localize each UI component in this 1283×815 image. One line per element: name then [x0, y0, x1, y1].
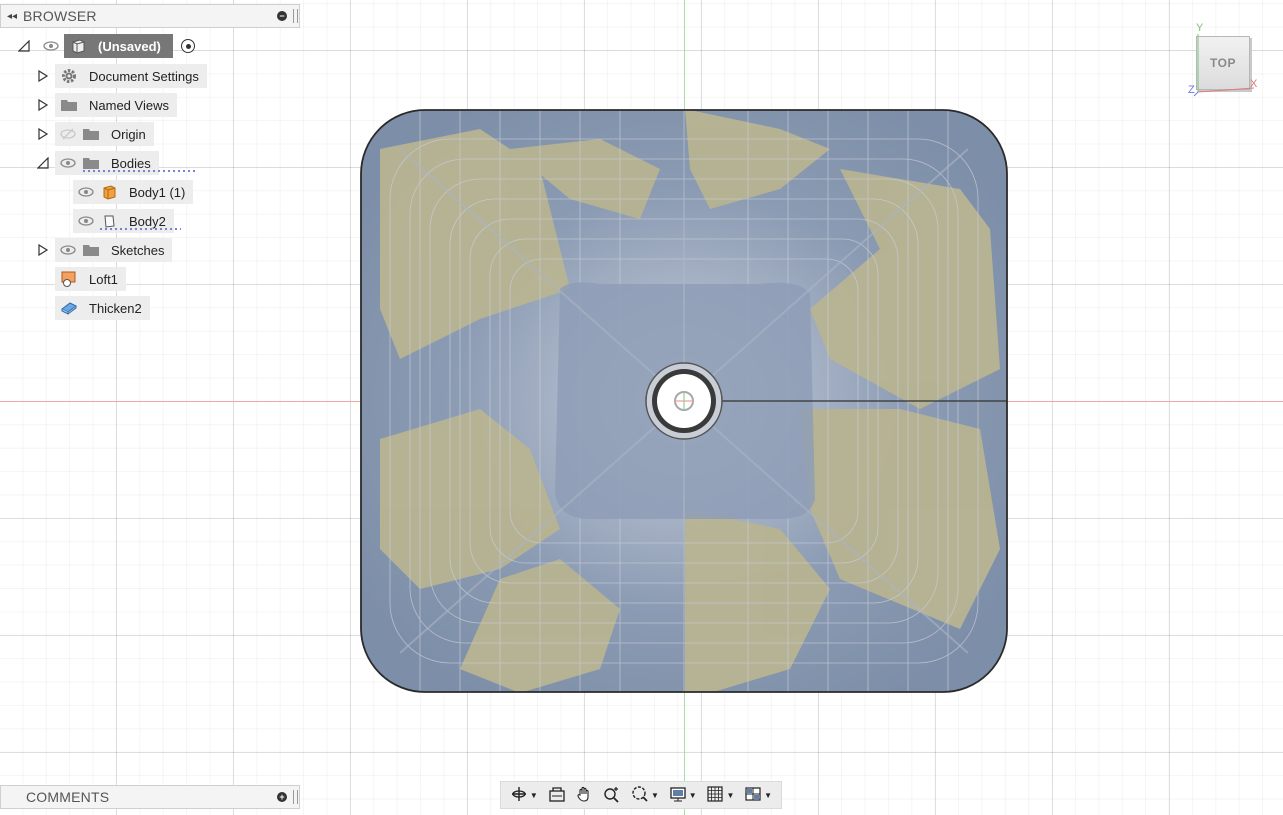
collapse-panel-icon[interactable]: ◂◂	[1, 11, 23, 22]
chevron-down-icon[interactable]: ▼	[689, 791, 697, 800]
visibility-eye-icon[interactable]	[42, 39, 60, 53]
comments-title: COMMENTS	[26, 789, 110, 805]
look-at-icon	[548, 785, 566, 806]
fit-icon	[631, 785, 649, 806]
panel-grip-icon[interactable]	[293, 9, 298, 23]
chevron-down-icon[interactable]: ▼	[651, 791, 659, 800]
browser-title: BROWSER	[23, 8, 97, 24]
fit-tool[interactable]: ▼	[631, 785, 659, 806]
expand-triangle-icon[interactable]	[37, 128, 49, 140]
expand-triangle-icon[interactable]	[37, 99, 49, 111]
display-settings-tool[interactable]: ▼	[669, 785, 697, 806]
folder-icon	[81, 241, 101, 259]
thicken2-chip[interactable]: Thicken2	[55, 296, 150, 320]
body1-chip[interactable]: Body1 (1)	[73, 180, 194, 204]
tree-item-label: Thicken2	[89, 300, 142, 316]
loft-icon	[59, 270, 79, 288]
display-settings-icon	[669, 785, 687, 806]
collapse-triangle-icon[interactable]	[18, 40, 30, 52]
pan-icon	[575, 785, 593, 806]
tree-item-label: Body2	[129, 213, 166, 229]
tree-item-label: Named Views	[89, 97, 169, 113]
body-icon	[99, 183, 119, 201]
folder-icon	[81, 125, 101, 143]
viewports-tool[interactable]: ▼	[744, 785, 772, 806]
root-component[interactable]: (Unsaved)	[64, 34, 173, 58]
visibility-eye-icon[interactable]	[59, 243, 77, 257]
selection-underline	[99, 228, 181, 231]
viewports-icon	[744, 785, 762, 806]
origin-chip[interactable]: Origin	[55, 122, 154, 146]
zoom-icon	[603, 785, 621, 806]
tree-item-label: Sketches	[111, 242, 165, 258]
component-icon	[68, 37, 88, 55]
hidden-eye-icon[interactable]	[59, 127, 77, 141]
browser-panel-header[interactable]: ◂◂ BROWSER −	[0, 4, 300, 28]
collapse-browser-button[interactable]: −	[277, 11, 287, 21]
folder-icon	[59, 96, 79, 114]
chevron-down-icon[interactable]: ▼	[764, 791, 772, 800]
look-at-tool[interactable]	[548, 785, 566, 806]
viewcube[interactable]: TOP Y X Z	[1186, 22, 1266, 102]
comments-panel-header[interactable]: COMMENTS +	[0, 785, 300, 809]
thicken-icon	[59, 299, 79, 317]
chevron-down-icon[interactable]: ▼	[530, 791, 538, 800]
grid-settings-tool[interactable]: ▼	[706, 785, 734, 806]
orbit-icon	[510, 785, 528, 806]
expand-triangle-icon[interactable]	[37, 70, 49, 82]
activate-radio[interactable]	[181, 39, 195, 53]
gear-icon	[59, 67, 79, 85]
tree-item-label: Bodies	[111, 155, 151, 171]
visibility-eye-icon[interactable]	[59, 156, 77, 170]
model-canvas[interactable]	[360, 109, 1008, 693]
panel-grip-icon[interactable]	[293, 790, 298, 804]
viewcube-axes	[1193, 34, 1255, 97]
visibility-eye-icon[interactable]	[77, 185, 95, 199]
visibility-eye-icon[interactable]	[77, 214, 95, 228]
loft1-chip[interactable]: Loft1	[55, 267, 126, 291]
tree-item-label: Loft1	[89, 271, 118, 287]
tree-item-label: Body1 (1)	[129, 184, 186, 200]
tree-item-label: Document Settings	[89, 68, 199, 84]
add-comment-button[interactable]: +	[277, 792, 287, 802]
document-settings-chip[interactable]: Document Settings	[55, 64, 207, 88]
pan-tool[interactable]	[575, 785, 593, 806]
expand-triangle-icon[interactable]	[37, 244, 49, 256]
zoom-tool[interactable]	[603, 785, 621, 806]
navigation-toolbar: ▼ ▼ ▼ ▼ ▼	[500, 781, 782, 809]
named-views-chip[interactable]: Named Views	[55, 93, 177, 117]
tree-item-label: Origin	[111, 126, 146, 142]
sketches-chip[interactable]: Sketches	[55, 238, 173, 262]
orbit-tool[interactable]: ▼	[510, 785, 538, 806]
grid-settings-icon	[706, 785, 724, 806]
selection-underline	[82, 170, 195, 173]
root-label: (Unsaved)	[98, 38, 161, 54]
collapse-triangle-icon[interactable]	[37, 157, 49, 169]
chevron-down-icon[interactable]: ▼	[726, 791, 734, 800]
